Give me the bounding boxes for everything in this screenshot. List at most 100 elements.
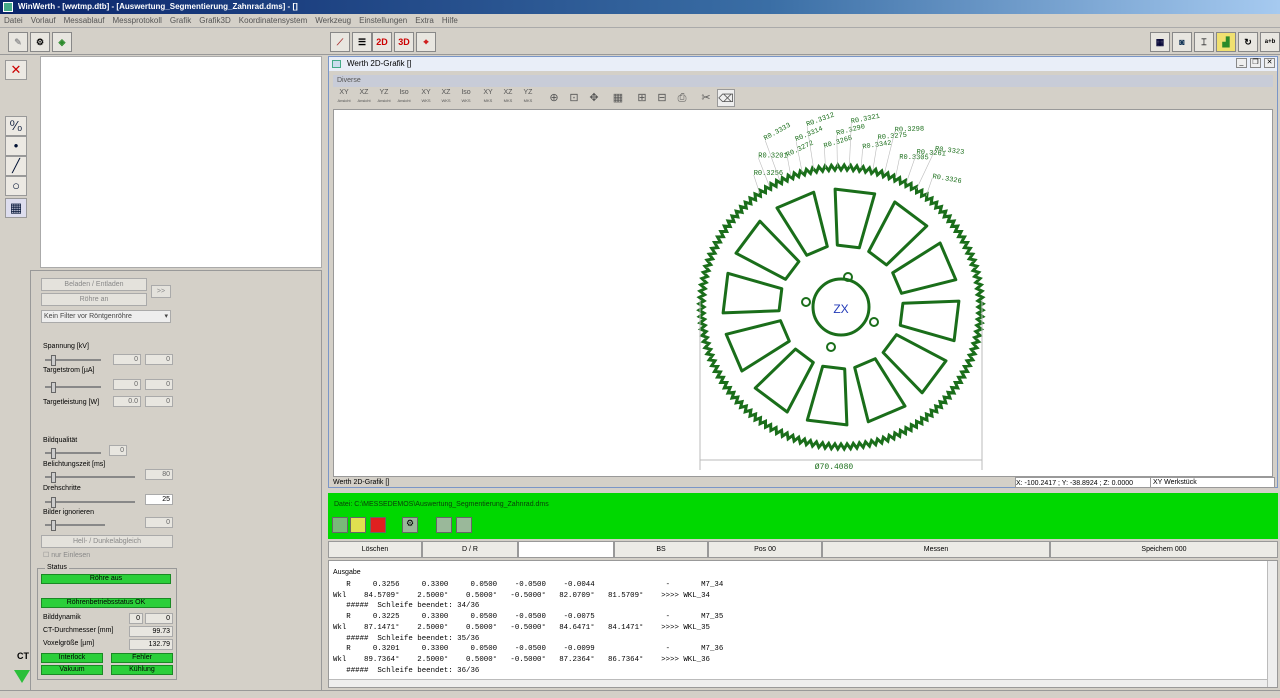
log-line: ##### Schleife beendet: 34/36 xyxy=(333,602,480,611)
menu-grafik3d[interactable]: Grafik3D xyxy=(195,14,235,27)
menu-hilfe[interactable]: Hilfe xyxy=(438,14,462,27)
eraser-icon[interactable]: ⌫ xyxy=(717,89,735,107)
sensor-icon[interactable]: ⌶ xyxy=(1194,32,1214,52)
view-xz-wks[interactable]: XZ WKS xyxy=(437,89,455,107)
repeat-icon[interactable] xyxy=(456,517,472,533)
bilder-label: Bilder ignorieren xyxy=(43,509,94,516)
bilder-input[interactable]: 0 xyxy=(145,517,173,528)
drehschritte-slider[interactable] xyxy=(45,497,135,508)
view-iso-ansicht[interactable]: Iso Ansicht xyxy=(395,89,413,107)
hole-right xyxy=(869,317,879,327)
grafik-3d-button[interactable]: 3D xyxy=(394,32,414,52)
output-scrollbar[interactable] xyxy=(1267,561,1277,687)
material-icon[interactable]: ◈ xyxy=(52,32,72,52)
circle-icon[interactable]: ○ xyxy=(5,176,27,196)
targetstrom-input[interactable]: 0 xyxy=(113,379,141,390)
list-icon[interactable]: ☰ xyxy=(352,32,372,52)
filter-select[interactable]: Kein Filter vor Röntgenröhre ▾ xyxy=(41,310,171,323)
menu-vorlauf[interactable]: Vorlauf xyxy=(27,14,60,27)
bildqualitaet-input[interactable]: 0 xyxy=(109,445,127,456)
view-label: Iso xyxy=(461,89,471,96)
spannung-slider[interactable] xyxy=(45,355,101,366)
menu-grafik[interactable]: Grafik xyxy=(166,14,195,27)
view-label: XY xyxy=(421,89,431,96)
export-icon[interactable]: ⊟ xyxy=(653,89,671,107)
close-icon[interactable]: ✕ xyxy=(1264,58,1275,68)
view-xy-wks[interactable]: XY WKS xyxy=(417,89,435,107)
coordinate-readout: X: -100.2417 ; Y: -38.8924 ; Z: 0.0000 X… xyxy=(1015,477,1275,488)
bildqualitaet-slider[interactable] xyxy=(45,448,101,459)
bs-button[interactable]: BS xyxy=(614,541,708,558)
view-xz-ansicht[interactable]: XZ Ansicht xyxy=(355,89,373,107)
beladen-button[interactable]: Beladen / Entladen xyxy=(41,278,147,291)
empty-field[interactable] xyxy=(518,541,614,558)
view-yz-mks[interactable]: YZ MKS xyxy=(519,89,537,107)
grafik-2d-button[interactable]: 2D xyxy=(372,32,392,52)
probe-icon[interactable]: ⚙ xyxy=(30,32,50,52)
pencil-icon[interactable]: ✎ xyxy=(8,32,28,52)
select-icon[interactable]: ✂ xyxy=(697,89,715,107)
messen-button[interactable]: Messen xyxy=(822,541,1050,558)
zoom-icon[interactable]: ⊕ xyxy=(545,89,563,107)
menu-koordinatensystem[interactable]: Koordinatensystem xyxy=(235,14,311,27)
percent-icon[interactable]: ⁰⁄₀ xyxy=(5,116,27,136)
arrow-down-icon[interactable] xyxy=(14,670,30,683)
menu-datei[interactable]: Datei xyxy=(0,14,27,27)
stop-icon[interactable] xyxy=(370,517,386,533)
view-sublabel: MKS xyxy=(523,98,533,103)
stop-step-icon[interactable] xyxy=(332,517,348,533)
grid-icon[interactable]: ▦ xyxy=(609,89,627,107)
einlesen-checkbox[interactable]: ☐ nur Einlesen xyxy=(43,551,90,559)
checker-icon[interactable]: ▦ xyxy=(1150,32,1170,52)
menu-extra[interactable]: Extra xyxy=(411,14,438,27)
settings-icon[interactable]: ⚙ xyxy=(402,517,418,533)
view-xy-mks[interactable]: XY MKS xyxy=(479,89,497,107)
pan-icon[interactable]: ✥ xyxy=(585,89,603,107)
spannung-input[interactable]: 0 xyxy=(113,354,141,365)
loeschen-button[interactable]: Löschen xyxy=(328,541,422,558)
pos-button[interactable]: Pos 00 xyxy=(708,541,822,558)
single-step-icon[interactable] xyxy=(436,517,452,533)
point-icon[interactable]: • xyxy=(5,136,27,156)
bilder-slider[interactable] xyxy=(45,520,105,531)
view-xy-ansicht[interactable]: XY Ansicht xyxy=(335,89,353,107)
output-hscrollbar[interactable] xyxy=(329,679,1267,687)
menu-einstellungen[interactable]: Einstellungen xyxy=(355,14,411,27)
belichtung-input[interactable]: 80 xyxy=(145,469,173,480)
formula-icon[interactable]: a+b xyxy=(1260,32,1280,52)
speichern-button[interactable]: Speichern 000 xyxy=(1050,541,1278,558)
menu-werkzeug[interactable]: Werkzeug xyxy=(311,14,355,27)
log-line: Wkl 89.7364° 2.5000° 0.5000° -0.5000° 87… xyxy=(333,655,710,664)
messung-buttons: Löschen D / R BS Pos 00 Messen Speichern… xyxy=(328,541,1278,558)
expand-button[interactable]: >> xyxy=(151,285,171,298)
gear-slot xyxy=(833,187,877,250)
hole-bottom xyxy=(826,342,836,352)
line-icon[interactable]: ╱ xyxy=(5,156,27,176)
view-yz-ansicht[interactable]: YZ Ansicht xyxy=(375,89,393,107)
restore-icon[interactable]: ❐ xyxy=(1250,58,1261,68)
view-iso-wks[interactable]: Iso WKS xyxy=(457,89,475,107)
chart-icon[interactable]: ▟ xyxy=(1216,32,1236,52)
close-tools-icon[interactable]: ✕ xyxy=(5,60,27,80)
drawing-canvas[interactable]: ZX Ø70.4080 R0.3256 R0.3201 R0.3333 R0.3272… xyxy=(333,109,1273,477)
view-xz-mks[interactable]: XZ MKS xyxy=(499,89,517,107)
d-r-button[interactable]: D / R xyxy=(422,541,518,558)
print-icon[interactable]: ⎙ xyxy=(673,89,691,107)
hell-dunkel-button[interactable]: Hell- / Dunkelabgleich xyxy=(41,535,173,548)
drehschritte-input[interactable]: 25 xyxy=(145,494,173,505)
pause-icon[interactable] xyxy=(350,517,366,533)
checker-tool-icon[interactable]: ▦ xyxy=(5,198,27,218)
ruler-icon[interactable]: ⟋ xyxy=(330,32,350,52)
roehre-an-button[interactable]: Röhre an xyxy=(41,293,147,306)
menu-messablauf[interactable]: Messablauf xyxy=(60,14,109,27)
probe-tool-icon[interactable]: ⌖ xyxy=(416,32,436,52)
view-label: XZ xyxy=(359,89,369,96)
minimize-icon[interactable]: _ xyxy=(1236,58,1247,68)
belichtung-slider[interactable] xyxy=(45,472,135,483)
camera-icon[interactable]: ◙ xyxy=(1172,32,1192,52)
zoom-window-icon[interactable]: ⊡ xyxy=(565,89,583,107)
rotate-icon[interactable]: ↻ xyxy=(1238,32,1258,52)
fit-icon[interactable]: ⊞ xyxy=(633,89,651,107)
menu-messprotokoll[interactable]: Messprotokoll xyxy=(109,14,166,27)
targetstrom-slider[interactable] xyxy=(45,382,101,393)
